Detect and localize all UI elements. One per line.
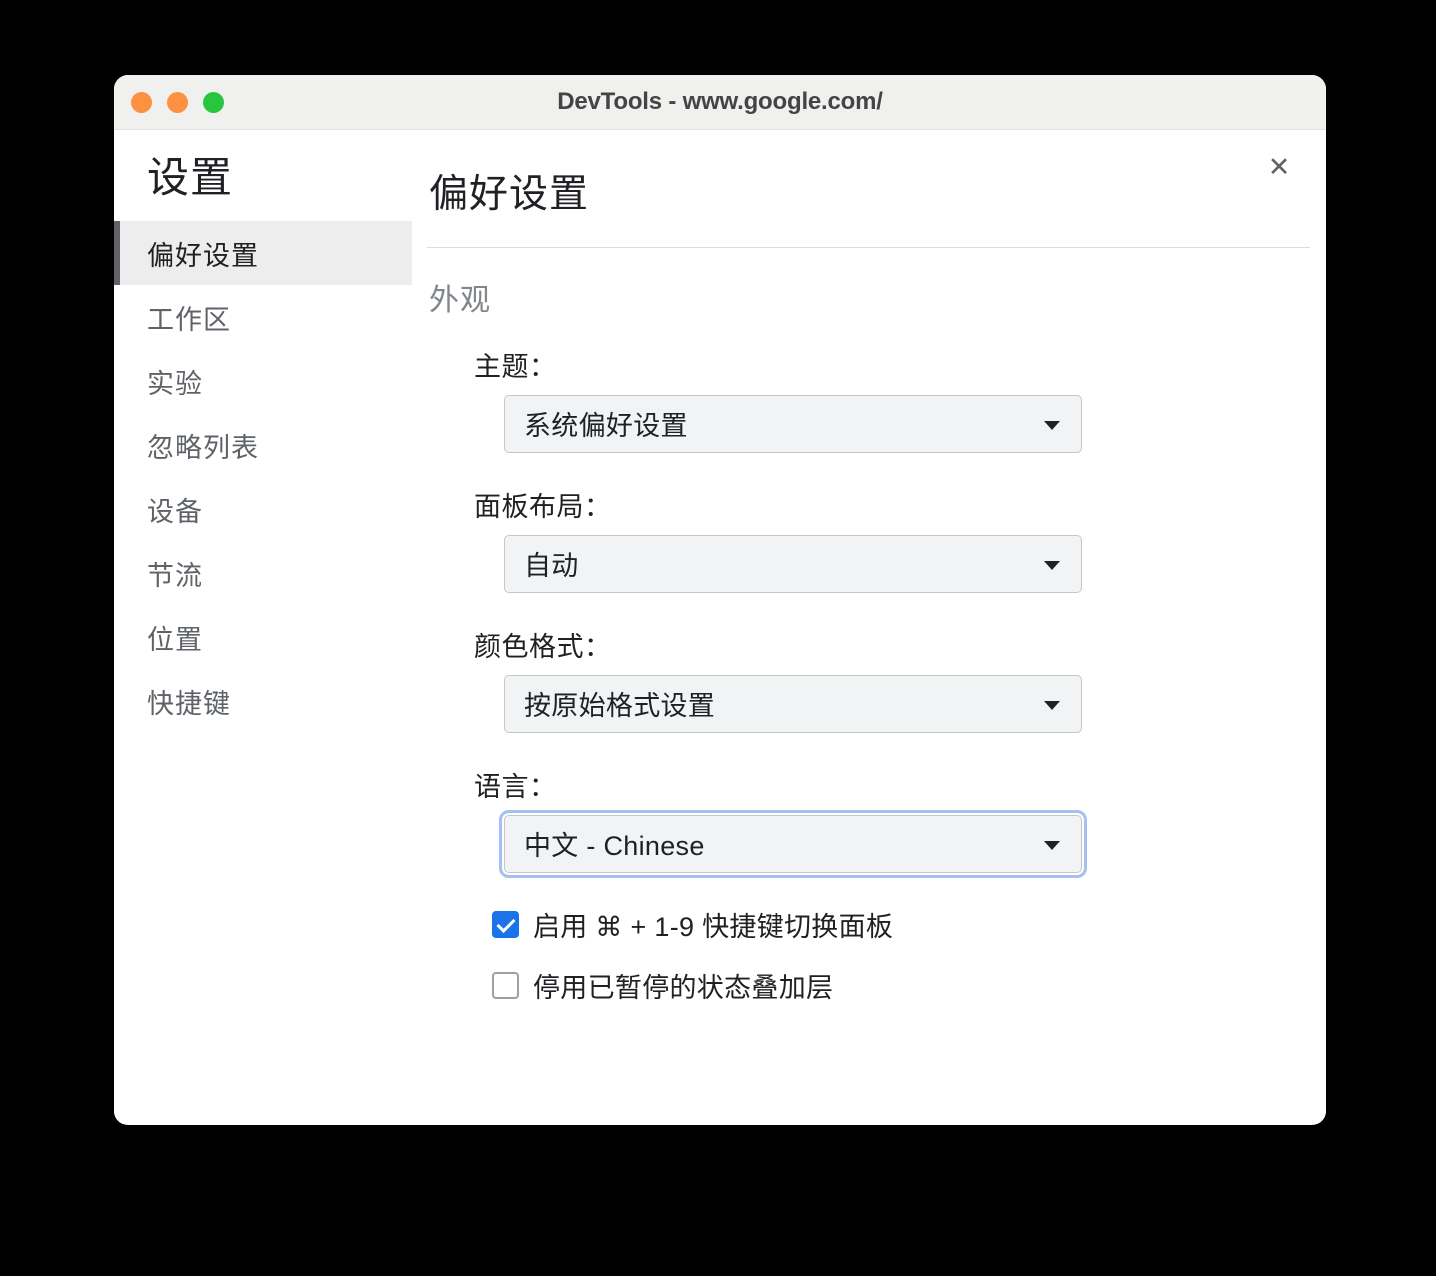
sidebar-item-label: 快捷键 [147,688,231,719]
sidebar-item-locations[interactable]: 位置 [114,605,412,669]
theme-select-wrap: 系统偏好设置 [504,394,1082,453]
language-select[interactable]: 中文 - Chinese [504,814,1082,873]
checkbox-panel-shortcuts[interactable] [492,910,519,938]
sidebar-item-devices[interactable]: 设备 [114,477,412,541]
sidebar-item-label: 节流 [147,560,203,591]
minimize-window-button[interactable] [167,92,188,113]
sidebar-item-preferences[interactable]: 偏好设置 [114,221,412,286]
field-label-panel-layout: 面板布局： [474,491,612,522]
field-color-format: 颜色格式： 按原始格式设置 [474,625,1298,733]
section-title-appearance: 外观 [429,283,491,317]
sidebar-item-label: 忽略列表 [147,432,259,463]
checkbox-paused-overlay[interactable] [492,971,519,999]
color-format-select-wrap: 按原始格式设置 [504,674,1082,733]
sidebar-item-ignore-list[interactable]: 忽略列表 [114,413,412,477]
zoom-window-button[interactable] [203,92,224,113]
close-window-button[interactable] [131,92,152,113]
field-language: 语言： 中文 - Chinese [474,765,1298,878]
checkbox-label-paused-overlay: 停用已暂停的状态叠加层 [533,972,834,1003]
preferences-panel: ✕ 偏好设置 外观 主题： 系统偏好设置 面板布局： 自动 颜色格式： 按原始格… [412,130,1326,1124]
sidebar-item-label: 偏好设置 [147,240,259,271]
sidebar-item-workspace[interactable]: 工作区 [114,285,412,349]
sidebar-item-label: 实验 [147,368,203,399]
sidebar-item-label: 设备 [147,496,203,527]
field-theme: 主题： 系统偏好设置 [474,345,1298,453]
sidebar-title: 设置 [147,154,234,201]
panel-layout-select-wrap: 自动 [504,534,1082,593]
language-select-wrap: 中文 - Chinese [499,809,1087,878]
field-label-theme: 主题： [474,351,557,382]
checkbox-row-paused-overlay[interactable]: 停用已暂停的状态叠加层 [492,966,1298,1005]
chevron-down-icon [1044,560,1060,570]
page-title: 偏好设置 [429,173,590,216]
field-label-language: 语言： [474,771,557,802]
panel-layout-select[interactable]: 自动 [504,534,1082,593]
field-label-color-format: 颜色格式： [474,631,612,662]
checkbox-label-panel-shortcuts: 启用 ⌘ + 1-9 快捷键切换面板 [533,911,894,942]
window-body: 设置 偏好设置 工作区 实验 忽略列表 设备 节流 位置 快捷键 ✕ 偏好设置 … [114,130,1326,1124]
color-format-select[interactable]: 按原始格式设置 [504,674,1082,733]
chevron-down-icon [1044,700,1060,710]
field-panel-layout: 面板布局： 自动 [474,485,1298,593]
sidebar-item-shortcuts[interactable]: 快捷键 [114,669,412,733]
window-titlebar: DevTools - www.google.com/ [114,75,1326,130]
chevron-down-icon [1044,420,1060,430]
sidebar-list: 偏好设置 工作区 实验 忽略列表 设备 节流 位置 快捷键 [114,221,412,733]
panel-layout-select-value: 自动 [524,551,579,582]
window-title: DevTools - www.google.com/ [557,88,883,115]
appearance-form: 主题： 系统偏好设置 面板布局： 自动 颜色格式： 按原始格式设置 语言： 中文… [474,345,1298,1005]
traffic-light-group [131,75,224,130]
sidebar-item-label: 位置 [147,624,203,655]
close-icon[interactable]: ✕ [1260,148,1298,186]
title-divider [427,246,1310,248]
checkbox-row-panel-shortcuts[interactable]: 启用 ⌘ + 1-9 快捷键切换面板 [492,905,1298,944]
chevron-down-icon [1044,840,1060,850]
theme-select[interactable]: 系统偏好设置 [504,394,1082,453]
color-format-select-value: 按原始格式设置 [524,691,716,722]
theme-select-value: 系统偏好设置 [524,411,688,442]
devtools-window: DevTools - www.google.com/ 设置 偏好设置 工作区 实… [114,75,1326,1125]
language-select-value: 中文 - Chinese [524,831,705,862]
sidebar-item-throttling[interactable]: 节流 [114,541,412,605]
sidebar-item-label: 工作区 [147,304,231,335]
screen-root: DevTools - www.google.com/ 设置 偏好设置 工作区 实… [0,0,1436,1276]
sidebar-item-experiments[interactable]: 实验 [114,349,412,413]
settings-sidebar: 设置 偏好设置 工作区 实验 忽略列表 设备 节流 位置 快捷键 [114,130,412,1124]
